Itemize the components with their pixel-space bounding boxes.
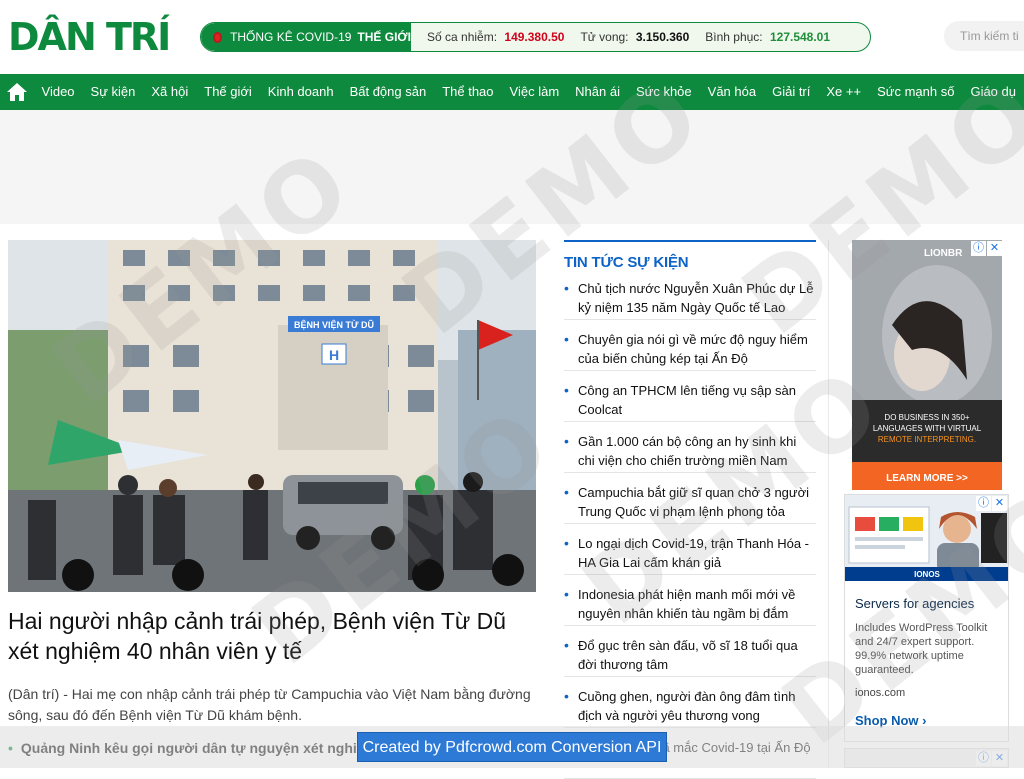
featured-sapo: (Dân trí) - Hai mẹ con nhập cảnh trái ph…: [8, 686, 531, 723]
top-ad-placeholder: [0, 110, 1024, 224]
photo-sign-text: BỆNH VIỆN TỪ DŨ: [294, 319, 374, 330]
nav-item-the-thao[interactable]: Thể thao: [434, 74, 501, 110]
ad-info-icon[interactable]: ⓘ: [976, 496, 991, 511]
home-icon: [6, 83, 27, 101]
ad2-brand: IONOS: [914, 570, 940, 579]
nav-item-van-hoa[interactable]: Văn hóa: [700, 74, 764, 110]
ad1-line3: REMOTE INTERPRETING.: [878, 435, 976, 444]
list-item[interactable]: Chủ tịch nước Nguyễn Xuân Phúc dự Lễ kỷ …: [564, 279, 816, 320]
covid-recovered: Bình phục: 127.548.01: [705, 30, 830, 44]
list-item[interactable]: Indonesia phát hiện manh mối mới về nguy…: [564, 585, 816, 626]
covid-title: THỐNG KÊ COVID-19: [230, 30, 352, 44]
main-nav: Video Sự kiện Xã hội Thế giới Kinh doanh…: [0, 74, 1024, 110]
list-item[interactable]: Campuchia bắt giữ sĩ quan chở 3 người Tr…: [564, 483, 816, 524]
featured-headline[interactable]: Hai người nhập cảnh trái phép, Bệnh viện…: [8, 606, 536, 666]
chevron-right-icon: ›: [922, 713, 927, 728]
covid-stats-bar[interactable]: THỐNG KÊ COVID-19 THẾ GIỚI Số ca nhiễm: …: [200, 22, 871, 52]
ad2-title: Servers for agencies: [855, 596, 975, 611]
nav-item-the-gioi[interactable]: Thế giới: [196, 74, 260, 110]
hospital-street-photo: BỆNH VIỆN TỪ DŨ H: [8, 240, 536, 592]
ad1-line1: DO BUSINESS IN 350+: [884, 413, 969, 422]
nav-item-su-kien[interactable]: Sự kiện: [83, 74, 144, 110]
deaths-value: 3.150.360: [635, 30, 690, 44]
recovered-value: 127.548.01: [769, 30, 831, 44]
events-title[interactable]: TIN TỨC SỰ KIỆN: [564, 254, 816, 271]
ad-close-icon[interactable]: ✕: [992, 751, 1007, 766]
cases-value: 149.380.50: [504, 30, 565, 44]
list-item[interactable]: Gần 1.000 cán bộ công an hy sinh khi chi…: [564, 432, 816, 473]
nav-item-bat-dong-san[interactable]: Bất động sản: [342, 74, 435, 110]
pdfcrowd-banner[interactable]: Created by Pdfcrowd.com Conversion API: [357, 732, 667, 762]
nav-item-giao-duc[interactable]: Giáo dụ: [962, 74, 1024, 110]
ad-info-icon[interactable]: ⓘ: [971, 241, 986, 256]
list-item[interactable]: Đổ gục trên sàn đấu, võ sĩ 18 tuổi qua đ…: [564, 636, 816, 677]
list-item[interactable]: Cuồng ghen, người đàn ông đâm tình địch …: [564, 687, 816, 728]
nav-item-xe[interactable]: Xe ++: [818, 74, 869, 110]
ad-lionbridge-graphic: DO BUSINESS IN 350+ LANGUAGES WITH VIRTU…: [852, 240, 1002, 490]
related-link-text[interactable]: Quảng Ninh kêu gọi người dân tự nguyện x…: [21, 740, 377, 756]
ad2-body: Includes WordPress Toolkit and 24/7 expe…: [855, 622, 988, 676]
nav-item-kinh-doanh[interactable]: Kinh doanh: [260, 74, 342, 110]
ad2-cta-label: Shop Now: [855, 713, 919, 728]
nav-item-viec-lam[interactable]: Việc làm: [502, 74, 568, 110]
list-item[interactable]: Lo ngại dịch Covid-19, trận Thanh Hóa - …: [564, 534, 816, 575]
nav-item-video[interactable]: Video: [34, 74, 83, 110]
nav-item-suc-manh-so[interactable]: Sức mạnh số: [869, 74, 962, 110]
events-column: TIN TỨC SỰ KIỆN Chủ tịch nước Nguyễn Xuâ…: [564, 240, 816, 779]
list-item[interactable]: Công an TPHCM lên tiếng vụ sập sàn Coolc…: [564, 381, 816, 422]
recovered-label: Bình phục:: [705, 30, 763, 44]
ad2-domain: ionos.com: [855, 687, 906, 699]
nav-item-nhan-ai[interactable]: Nhân ái: [567, 74, 628, 110]
column-divider: [828, 240, 829, 768]
ad1-cta[interactable]: LEARN MORE >>: [886, 473, 968, 484]
bullet-icon: •: [8, 740, 13, 756]
ad2-cta-button[interactable]: Shop Now ›: [855, 713, 998, 728]
nav-item-giai-tri[interactable]: Giải trí: [764, 74, 818, 110]
deaths-label: Tử vong:: [580, 30, 629, 44]
list-item[interactable]: Chuyên gia nói gì về mức độ nguy hiểm củ…: [564, 330, 816, 371]
ad-slot-3[interactable]: ⓘ ✕: [844, 748, 1009, 768]
nav-home[interactable]: [0, 74, 34, 110]
cases-label: Số ca nhiễm:: [427, 30, 498, 44]
featured-image[interactable]: BỆNH VIỆN TỪ DŨ H: [8, 240, 536, 592]
events-list: Chủ tịch nước Nguyễn Xuân Phúc dự Lễ kỷ …: [564, 279, 816, 779]
ad-ionos[interactable]: IONOS Servers for agencies Includes Word…: [844, 494, 1009, 742]
ad1-brand: LIONBR: [924, 248, 963, 259]
covid-stats-title: THỐNG KÊ COVID-19 THẾ GIỚI: [201, 23, 411, 51]
covid-scope: THẾ GIỚI: [357, 30, 411, 44]
site-logo[interactable]: DÂN TRÍ: [8, 18, 171, 56]
live-dot-icon: [213, 31, 223, 43]
covid-cases: Số ca nhiễm: 149.380.50: [427, 30, 564, 44]
ad-info-icon[interactable]: ⓘ: [976, 751, 991, 766]
nav-item-xa-hoi[interactable]: Xã hội: [143, 74, 196, 110]
ad-close-icon[interactable]: ✕: [987, 241, 1002, 256]
ad2-copy: Servers for agencies Includes WordPress …: [845, 586, 1008, 728]
covid-deaths: Tử vong: 3.150.360: [580, 30, 689, 44]
nav-item-suc-khoe[interactable]: Sức khỏe: [628, 74, 700, 110]
photo-sign-letter: H: [329, 347, 339, 363]
ad-close-icon[interactable]: ✕: [992, 496, 1007, 511]
ad1-line2: LANGUAGES WITH VIRTUAL: [873, 424, 982, 433]
search-input[interactable]: Tìm kiếm ti: [944, 21, 1024, 51]
ad-lionbridge[interactable]: DO BUSINESS IN 350+ LANGUAGES WITH VIRTU…: [852, 240, 1002, 490]
top-header: DÂN TRÍ THỐNG KÊ COVID-19 THẾ GIỚI Số ca…: [0, 0, 1024, 74]
